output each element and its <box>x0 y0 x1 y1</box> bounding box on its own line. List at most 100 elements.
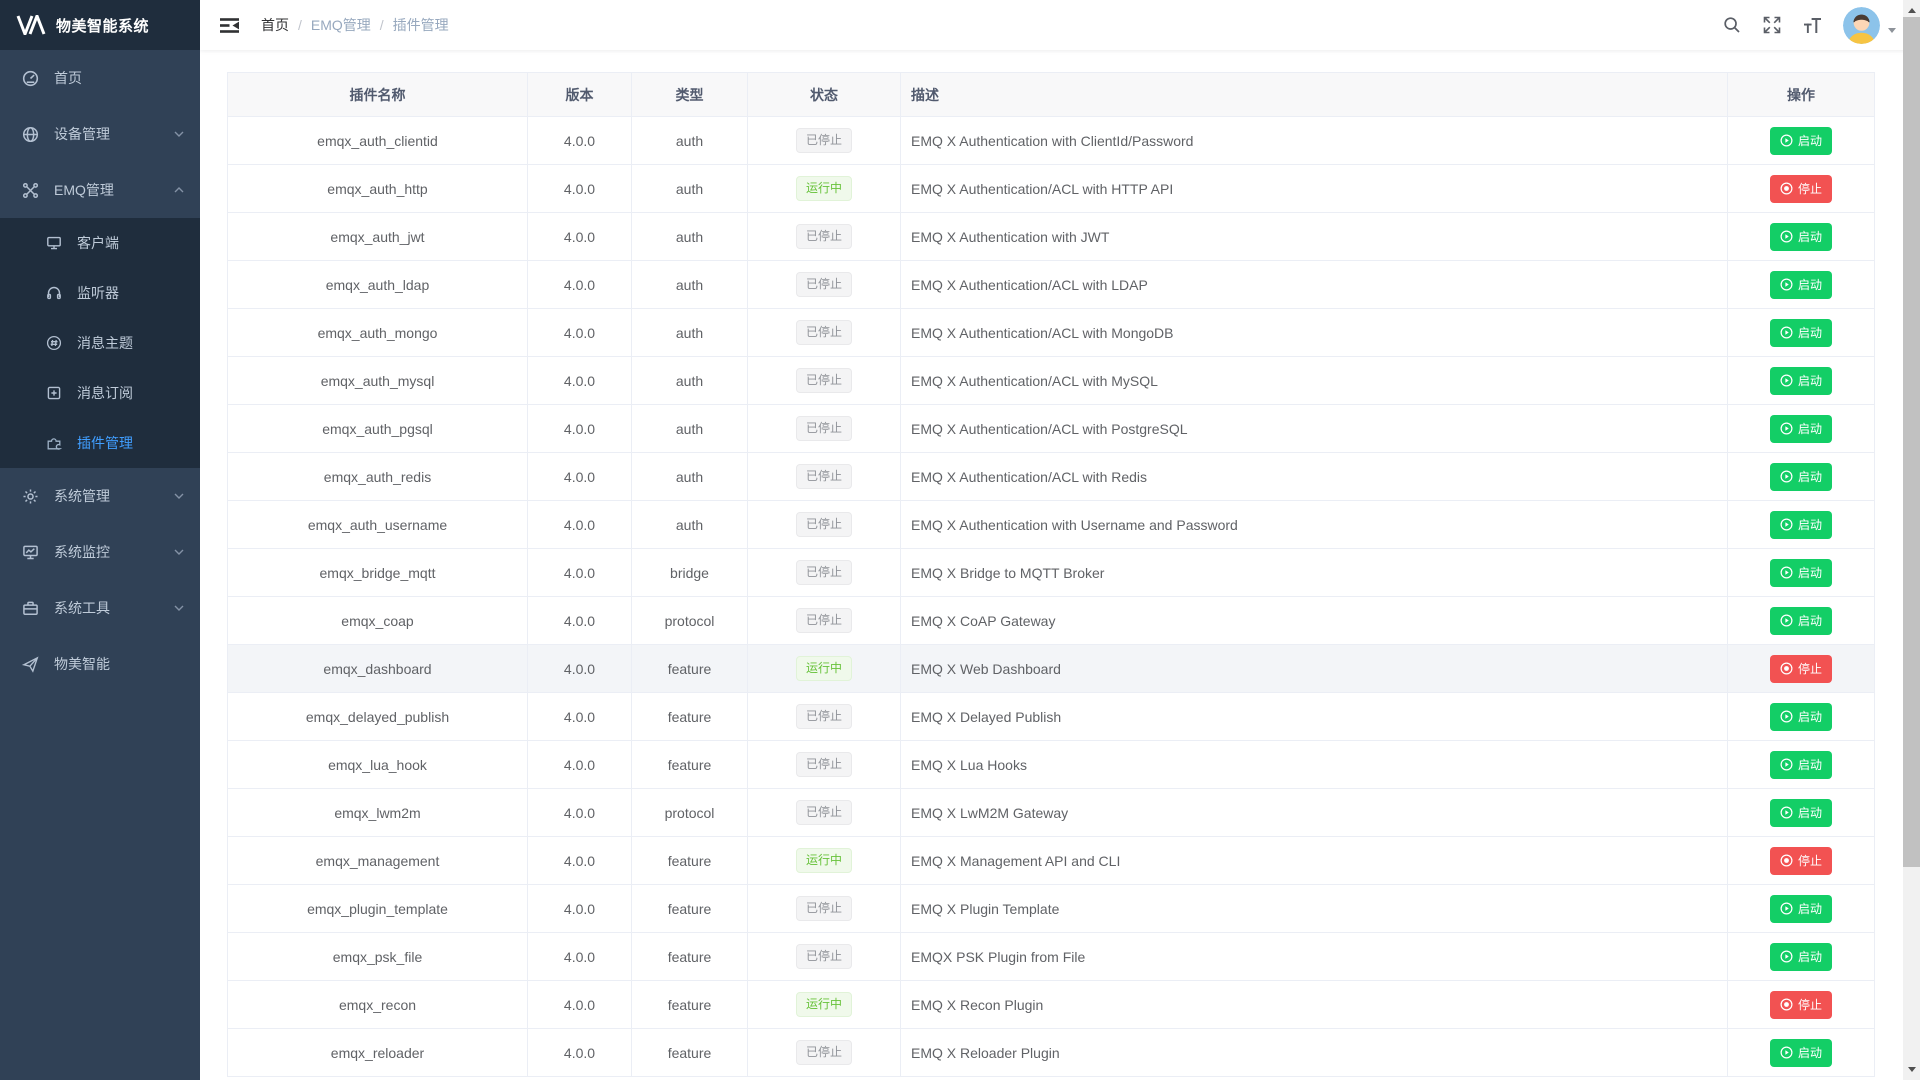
stop-plugin-button[interactable]: 停止 <box>1770 175 1832 203</box>
breadcrumb-home[interactable]: 首页 <box>261 15 289 35</box>
start-plugin-button[interactable]: 启动 <box>1770 223 1832 251</box>
start-plugin-button[interactable]: 启动 <box>1770 895 1832 923</box>
plugin-version-cell: 4.0.0 <box>528 981 632 1029</box>
plugin-name-cell: emqx_recon <box>228 981 528 1029</box>
sidebar-item-system-tools[interactable]: 系统工具 <box>0 580 200 636</box>
status-badge: 运行中 <box>796 176 852 201</box>
sidebar-item-label: EMQ管理 <box>54 180 174 200</box>
plugin-action-cell: 停止 <box>1728 165 1875 213</box>
sidebar-item-wumei-site[interactable]: 物美智能 <box>0 636 200 692</box>
plugin-name-cell: emqx_auth_mysql <box>228 357 528 405</box>
plugin-type-cell: auth <box>632 357 748 405</box>
start-plugin-button[interactable]: 启动 <box>1770 559 1832 587</box>
plugin-name-cell: emqx_auth_pgsql <box>228 405 528 453</box>
collapse-sidebar-button[interactable] <box>215 10 245 40</box>
font-size-icon[interactable] <box>1801 12 1823 38</box>
sidebar-item-system-admin[interactable]: 系统管理 <box>0 468 200 524</box>
chevron-down-icon <box>174 493 184 499</box>
plugin-name-cell: emqx_auth_ldap <box>228 261 528 309</box>
scrollbar-thumb[interactable] <box>1903 17 1920 867</box>
start-plugin-button[interactable]: 启动 <box>1770 751 1832 779</box>
sidebar-item-home[interactable]: 首页 <box>0 50 200 106</box>
stop-plugin-button[interactable]: 停止 <box>1770 991 1832 1019</box>
plugin-status-cell: 已停止 <box>748 213 901 261</box>
sidebar-item-label: 消息订阅 <box>77 383 186 403</box>
start-plugin-button[interactable]: 启动 <box>1770 319 1832 347</box>
plugin-type-cell: auth <box>632 261 748 309</box>
plugin-action-cell: 启动 <box>1728 213 1875 261</box>
start-plugin-button[interactable]: 启动 <box>1770 415 1832 443</box>
status-badge: 已停止 <box>796 752 852 777</box>
status-badge: 已停止 <box>796 800 852 825</box>
plugin-desc-cell: EMQ X Reloader Plugin <box>901 1029 1728 1077</box>
table-row: emqx_dashboard4.0.0feature运行中EMQ X Web D… <box>228 645 1875 693</box>
plugin-version-cell: 4.0.0 <box>528 453 632 501</box>
col-header-plugin-name: 插件名称 <box>228 73 528 117</box>
status-badge: 运行中 <box>796 992 852 1017</box>
plugin-status-cell: 已停止 <box>748 1029 901 1077</box>
status-badge: 已停止 <box>796 464 852 489</box>
plugin-type-cell: auth <box>632 165 748 213</box>
plugin-desc-cell: EMQ X CoAP Gateway <box>901 597 1728 645</box>
plugin-version-cell: 4.0.0 <box>528 357 632 405</box>
plugin-status-cell: 运行中 <box>748 645 901 693</box>
plugin-desc-cell: EMQX PSK Plugin from File <box>901 933 1728 981</box>
plugin-desc-cell: EMQ X Authentication/ACL with Redis <box>901 453 1728 501</box>
sidebar-item-devices[interactable]: 设备管理 <box>0 106 200 162</box>
plugin-action-cell: 启动 <box>1728 405 1875 453</box>
devices-icon <box>22 126 39 143</box>
chevron-up-icon <box>174 187 184 193</box>
plugin-name-cell: emqx_auth_mongo <box>228 309 528 357</box>
plugin-version-cell: 4.0.0 <box>528 789 632 837</box>
sidebar-item-emq[interactable]: EMQ管理 <box>0 162 200 218</box>
status-badge: 已停止 <box>796 560 852 585</box>
sidebar-item-plugins[interactable]: 插件管理 <box>0 418 200 468</box>
start-plugin-button[interactable]: 启动 <box>1770 703 1832 731</box>
start-plugin-button[interactable]: 启动 <box>1770 1039 1832 1067</box>
start-plugin-button[interactable]: 启动 <box>1770 463 1832 491</box>
status-badge: 已停止 <box>796 1040 852 1065</box>
plugin-name-cell: emqx_auth_username <box>228 501 528 549</box>
plugin-type-cell: feature <box>632 693 748 741</box>
status-badge: 已停止 <box>796 224 852 249</box>
sidebar-item-clients[interactable]: 客户端 <box>0 218 200 268</box>
stop-plugin-button[interactable]: 停止 <box>1770 655 1832 683</box>
user-menu[interactable] <box>1843 7 1896 44</box>
search-icon[interactable] <box>1721 12 1743 38</box>
plugin-table: 插件名称 版本 类型 状态 描述 操作 emqx_auth_clientid4.… <box>227 72 1875 1077</box>
sidebar-item-label: 首页 <box>54 68 186 88</box>
plugin-action-cell: 启动 <box>1728 117 1875 165</box>
plugin-type-cell: auth <box>632 453 748 501</box>
start-plugin-button[interactable]: 启动 <box>1770 127 1832 155</box>
paper-plane-icon <box>22 656 39 673</box>
plugin-table-body: emqx_auth_clientid4.0.0auth已停止EMQ X Auth… <box>228 117 1875 1077</box>
client-monitor-icon <box>45 235 62 252</box>
sidebar-item-label: 监听器 <box>77 283 186 303</box>
start-plugin-button[interactable]: 启动 <box>1770 799 1832 827</box>
start-plugin-button[interactable]: 启动 <box>1770 607 1832 635</box>
scrollbar-down-arrow[interactable] <box>1903 1063 1920 1080</box>
start-plugin-button[interactable]: 启动 <box>1770 271 1832 299</box>
sidebar-item-subscriptions[interactable]: 消息订阅 <box>0 368 200 418</box>
status-badge: 已停止 <box>796 128 852 153</box>
message-subscribe-icon <box>45 385 62 402</box>
col-header-type: 类型 <box>632 73 748 117</box>
start-plugin-button[interactable]: 启动 <box>1770 943 1832 971</box>
chevron-down-icon <box>174 549 184 555</box>
plugin-type-cell: auth <box>632 501 748 549</box>
sidebar-item-topics[interactable]: 消息主题 <box>0 318 200 368</box>
plugin-status-cell: 已停止 <box>748 693 901 741</box>
sidebar-item-label: 插件管理 <box>77 433 186 453</box>
plugin-name-cell: emqx_reloader <box>228 1029 528 1077</box>
plugin-version-cell: 4.0.0 <box>528 1029 632 1077</box>
stop-plugin-button[interactable]: 停止 <box>1770 847 1832 875</box>
start-plugin-button[interactable]: 启动 <box>1770 511 1832 539</box>
scrollbar-up-arrow[interactable] <box>1903 0 1920 17</box>
fullscreen-icon[interactable] <box>1761 12 1783 38</box>
plugin-status-cell: 已停止 <box>748 549 901 597</box>
sidebar-item-label: 系统监控 <box>54 542 174 562</box>
start-plugin-button[interactable]: 启动 <box>1770 367 1832 395</box>
sidebar-item-listeners[interactable]: 监听器 <box>0 268 200 318</box>
sidebar-item-system-monitor[interactable]: 系统监控 <box>0 524 200 580</box>
table-row: emqx_bridge_mqtt4.0.0bridge已停止EMQ X Brid… <box>228 549 1875 597</box>
